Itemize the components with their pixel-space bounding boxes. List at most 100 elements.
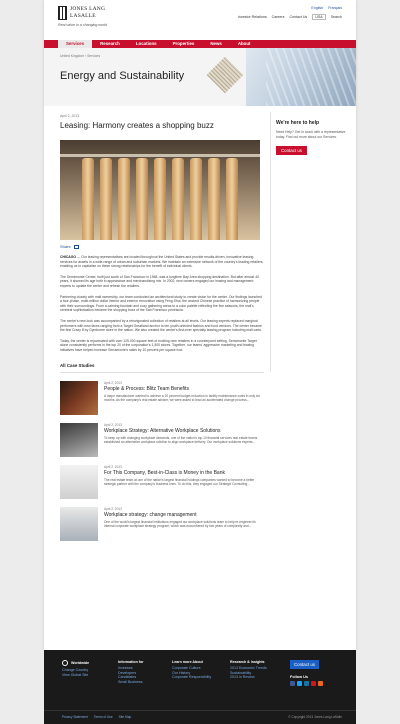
rss-icon[interactable] [318, 681, 323, 686]
article-paragraph: Today, the center is rejuvenated with ov… [60, 338, 257, 352]
search-link[interactable]: Search [331, 15, 342, 19]
share-link[interactable]: Share [60, 244, 264, 249]
banner-building-lines [266, 48, 356, 106]
article-date: April 2, 2013 [60, 114, 80, 118]
footer-bottom-bar: Privacy Statement Terms of Use Site Map … [44, 710, 356, 724]
hanger [172, 158, 184, 240]
case-study-title[interactable]: For This Company, Best-in-Class is Money… [104, 470, 264, 476]
link-sitemap[interactable]: Site Map [119, 715, 132, 719]
logo-icon[interactable] [58, 6, 67, 20]
footer-link-trends[interactable]: 2013 Economic Trends [230, 666, 267, 671]
case-study-thumbnail[interactable] [60, 506, 98, 541]
youtube-icon[interactable] [311, 681, 316, 686]
contact-us-button[interactable]: Contact us [276, 146, 307, 156]
link-investor-relations[interactable]: Investor Relations [238, 15, 267, 19]
content-card: JONES LANG LASALLE Real value in a chang… [44, 0, 356, 650]
case-study-date: April 2, 2013 [104, 422, 122, 427]
case-study-date: April 2, 2013 [104, 506, 122, 511]
facebook-icon[interactable] [290, 681, 295, 686]
tagline: Real value in a changing world [58, 23, 107, 27]
nav-news[interactable]: News [202, 40, 229, 48]
article-paragraph-text: — Our leasing representatives are locate… [60, 255, 264, 269]
site-footer: Worldwide Change Country View Global Sit… [44, 650, 356, 724]
case-study-body: April 2, 2013 People & Process: Blitz Te… [104, 381, 264, 415]
lang-french[interactable]: Français [328, 6, 342, 10]
hanger [208, 158, 220, 240]
case-study-item[interactable]: April 2, 2013 For This Company, Best-in-… [60, 464, 264, 499]
hanger [226, 158, 238, 240]
nav-services[interactable]: Services [58, 40, 93, 48]
link-careers[interactable]: Careers [272, 15, 285, 19]
breadcrumb[interactable]: United Kingdom › Services [60, 54, 100, 58]
footer-link-responsibility[interactable]: Corporate Responsibility [172, 675, 211, 680]
article-title: Leasing: Harmony creates a shopping buzz [60, 121, 214, 130]
logo-line-1: JONES LANG [70, 6, 106, 12]
nav-research[interactable]: Research [92, 40, 128, 48]
footer-link-review[interactable]: 2013 in Review [230, 675, 267, 680]
article-paragraph: Partnering closely with mall ownership, … [60, 294, 262, 313]
page-title: Energy and Sustainability [60, 70, 185, 82]
footer-heading-text: Worldwide [71, 661, 90, 665]
footer-bottom-links: Privacy Statement Terms of Use Site Map [62, 715, 131, 719]
case-study-date: April 2, 2013 [104, 380, 122, 385]
nav-properties[interactable]: Properties [165, 40, 203, 48]
follow-us-label: Follow Us [290, 675, 308, 679]
case-study-item[interactable]: April 2, 2013 Workplace Strategy: Altern… [60, 422, 264, 457]
case-study-title[interactable]: Workplace Strategy: Alternative Workplac… [104, 428, 264, 434]
case-study-text: The real estate team at one of the natio… [104, 477, 255, 486]
page: JONES LANG LASALLE Real value in a chang… [0, 0, 400, 724]
case-study-title[interactable]: Workplace strategy: change management [104, 512, 264, 518]
footer-col-research: Research & Insights 2013 Economic Trends… [230, 660, 267, 680]
logo-text[interactable]: JONES LANG LASALLE [70, 6, 105, 19]
case-study-date: April 2, 2013 [104, 464, 122, 469]
case-study-text: A major manufacturer wanted to achieve a… [104, 393, 260, 402]
share-icon [73, 244, 79, 249]
footer-col-learn: Learn more About Corporate Culture Our H… [172, 660, 211, 680]
footer-link-small-business[interactable]: Small Business [118, 680, 144, 685]
social-links [290, 681, 323, 686]
logo-line-2: LASALLE [70, 12, 96, 19]
main-content: April 2, 2013 Leasing: Harmony creates a… [60, 114, 264, 541]
case-study-text: One of the world's largest financial ins… [104, 519, 256, 528]
link-privacy[interactable]: Privacy Statement [62, 715, 88, 719]
linkedin-icon[interactable] [304, 681, 309, 686]
main-nav: Services Research Locations Properties N… [44, 40, 356, 48]
case-study-item[interactable]: April 2, 2013 Workplace strategy: change… [60, 506, 264, 541]
case-study-thumbnail[interactable] [60, 380, 98, 415]
case-study-item[interactable]: April 2, 2013 People & Process: Blitz Te… [60, 380, 264, 415]
case-study-body: April 2, 2013 Workplace Strategy: Altern… [104, 423, 264, 457]
nav-locations[interactable]: Locations [128, 40, 165, 48]
nav-about[interactable]: About [230, 40, 259, 48]
footer-link-change-country[interactable]: Change Country [62, 668, 89, 673]
link-contact-us[interactable]: Contact Us [289, 15, 307, 19]
footer-col-information: Information for Investors Developers Can… [118, 660, 144, 684]
lang-english[interactable]: English [311, 6, 323, 10]
hanger [100, 158, 112, 240]
case-study-thumbnail[interactable] [60, 464, 98, 499]
country-select[interactable]: USA [312, 14, 326, 20]
footer-heading-worldwide: Worldwide [62, 660, 89, 666]
hanger [82, 158, 94, 240]
banner-diamond-image [206, 56, 244, 94]
sidebar-divider [270, 112, 271, 372]
case-studies-heading: All Case Studies [60, 363, 264, 373]
sidebar-title: We're here to help [276, 120, 320, 126]
footer-heading-information: Information for [118, 660, 144, 664]
hanger-rail [60, 154, 260, 157]
globe-icon [62, 660, 68, 666]
footer-col-worldwide: Worldwide Change Country View Global Sit… [62, 660, 89, 677]
hanger [154, 158, 166, 240]
footer-heading-research: Research & Insights [230, 660, 265, 664]
dateline: CHICAGO [60, 255, 77, 259]
footer-contact-button[interactable]: Contact us [290, 660, 319, 669]
link-terms[interactable]: Terms of Use [94, 715, 113, 719]
footer-link-global-site[interactable]: View Global Site [62, 673, 89, 678]
article-paragraph: The center's new look was accompanied by… [60, 318, 262, 333]
case-study-title[interactable]: People & Process: Blitz Team Benefits [104, 386, 264, 392]
article-paragraph: The Serramonte Center, built just south … [60, 274, 260, 288]
case-study-body: April 2, 2013 Workplace strategy: change… [104, 507, 264, 541]
article-paragraph: CHICAGO — Our leasing representatives ar… [60, 255, 264, 269]
hanger [136, 158, 148, 240]
case-study-thumbnail[interactable] [60, 422, 98, 457]
twitter-icon[interactable] [297, 681, 302, 686]
